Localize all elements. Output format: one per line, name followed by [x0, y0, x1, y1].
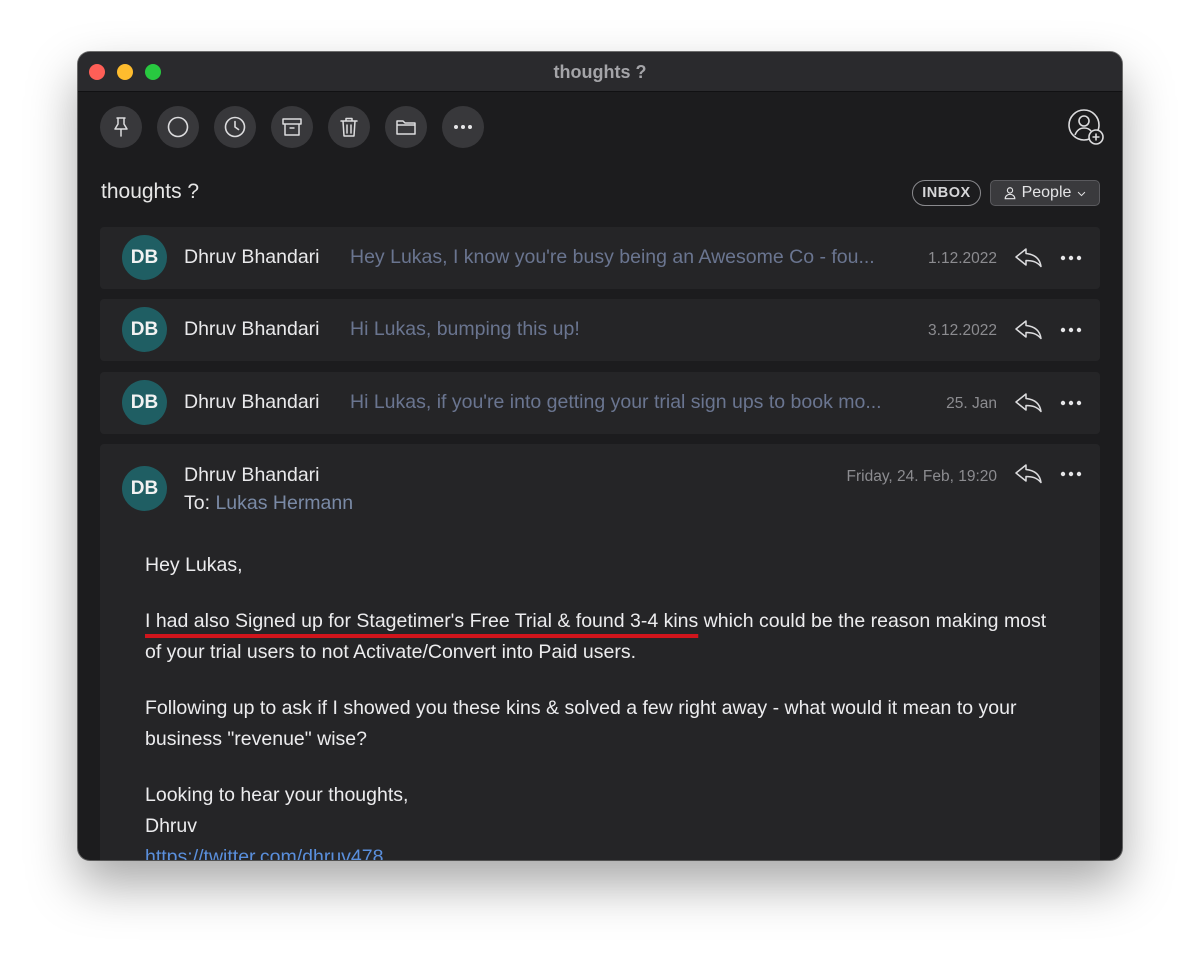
- thread-subject: thoughts ?: [101, 180, 200, 203]
- reply-icon[interactable]: [1014, 246, 1044, 270]
- people-label: People: [1021, 184, 1072, 201]
- message-row[interactable]: DB Dhruv Bhandari Hey Lukas, I know you'…: [100, 227, 1100, 289]
- avatar: DB: [122, 235, 167, 280]
- message-date: 25. Jan: [946, 395, 997, 412]
- pin-icon: [114, 117, 128, 137]
- message-row[interactable]: DB Dhruv Bhandari Hi Lukas, if you're in…: [100, 372, 1100, 434]
- open-message: DB Dhruv Bhandari To: Lukas Hermann Frid…: [100, 444, 1100, 860]
- more-icon[interactable]: [1060, 255, 1082, 261]
- message-snippet: Hey Lukas, I know you're busy being an A…: [350, 246, 875, 268]
- delete-button[interactable]: [328, 106, 370, 148]
- greeting: Hey Lukas,: [145, 554, 243, 576]
- chevron-down-icon: [1078, 191, 1086, 196]
- recipient-name[interactable]: Lukas Hermann: [215, 492, 353, 514]
- avatar: DB: [122, 466, 167, 511]
- avatar: DB: [122, 380, 167, 425]
- sender-name: Dhruv Bhandari: [184, 391, 320, 413]
- recipient-line: To: Lukas Hermann: [184, 492, 353, 515]
- sender-name: Dhruv Bhandari: [184, 464, 320, 486]
- archive-button[interactable]: [271, 106, 313, 148]
- message-snippet: Hi Lukas, bumping this up!: [350, 318, 580, 340]
- highlighted-text: I had also Signed up for Stagetimer's Fr…: [145, 610, 699, 632]
- to-label: To:: [184, 492, 211, 514]
- add-contact-icon[interactable]: [1067, 108, 1105, 146]
- twitter-link[interactable]: https://twitter.com/dhruv478: [145, 846, 383, 860]
- sender-name: Dhruv Bhandari: [184, 246, 320, 268]
- people-dropdown[interactable]: People: [990, 180, 1100, 206]
- clock-icon: [224, 116, 246, 138]
- more-actions-button[interactable]: [442, 106, 484, 148]
- trash-icon: [340, 117, 358, 137]
- body-paragraph: Following up to ask if I showed you thes…: [145, 697, 1017, 750]
- archive-icon: [282, 118, 302, 136]
- more-icon[interactable]: [1060, 400, 1082, 406]
- circle-icon: [167, 116, 189, 138]
- closing-line: Looking to hear your thoughts,: [145, 784, 409, 806]
- folder-icon: [396, 120, 416, 135]
- message-snippet: Hi Lukas, if you're into getting your tr…: [350, 391, 882, 413]
- window-title: thoughts ?: [553, 62, 647, 82]
- pin-button[interactable]: [100, 106, 142, 148]
- snooze-button[interactable]: [214, 106, 256, 148]
- title-bar: thoughts ?: [78, 52, 1122, 92]
- message-body: Hey Lukas, I had also Signed up for Stag…: [145, 550, 1065, 860]
- move-to-folder-button[interactable]: [385, 106, 427, 148]
- inbox-badge[interactable]: INBOX: [912, 180, 981, 206]
- reply-icon[interactable]: [1014, 318, 1044, 342]
- reply-icon[interactable]: [1014, 391, 1044, 415]
- more-icon[interactable]: [1060, 471, 1082, 477]
- signature: Dhruv: [145, 815, 198, 837]
- avatar: DB: [122, 307, 167, 352]
- sender-name: Dhruv Bhandari: [184, 318, 320, 340]
- more-icon[interactable]: [1060, 327, 1082, 333]
- message-date: 1.12.2022: [928, 250, 997, 267]
- mark-unread-button[interactable]: [157, 106, 199, 148]
- reply-icon[interactable]: [1014, 462, 1044, 486]
- message-date: 3.12.2022: [928, 322, 997, 339]
- person-icon: [1004, 187, 1015, 200]
- message-date: Friday, 24. Feb, 19:20: [846, 468, 998, 485]
- mail-window: thoughts ? thoughts ? INBOX People DB Dh…: [78, 52, 1122, 860]
- message-row[interactable]: DB Dhruv Bhandari Hi Lukas, bumping this…: [100, 299, 1100, 361]
- more-icon: [454, 125, 472, 129]
- body-paragraph: I had also Signed up for Stagetimer's Fr…: [145, 606, 1065, 668]
